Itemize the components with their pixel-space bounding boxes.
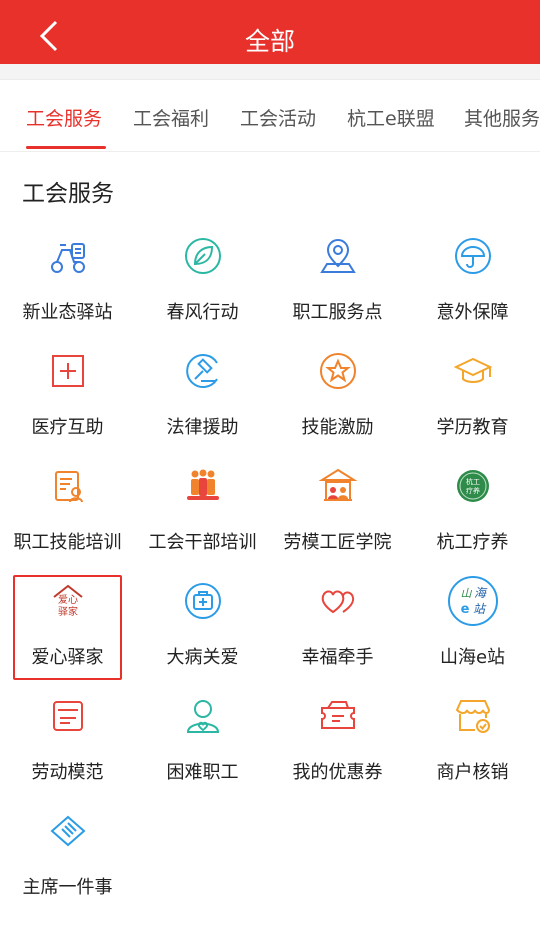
service-item[interactable]: 学历教育 <box>405 343 540 458</box>
location-pin-icon <box>318 236 358 276</box>
page-title: 全部 <box>244 27 295 56</box>
service-label: 意外保障 <box>436 302 509 323</box>
service-item[interactable]: 大病关爱 <box>135 573 270 688</box>
service-label: 新业态驿站 <box>22 302 113 323</box>
medical-cross-icon <box>48 351 88 391</box>
service-item[interactable]: 职工服务点 <box>270 228 405 343</box>
tab-hanggong-alliance[interactable]: 杭工e联盟 <box>347 104 435 131</box>
service-label: 学历教育 <box>436 417 509 438</box>
service-item[interactable]: 幸福牵手 <box>270 573 405 688</box>
category-tabs: 工会服务 工会福利 工会活动 杭工e联盟 其他服务 <box>0 80 540 152</box>
model-worker-card-icon <box>48 696 88 736</box>
service-item[interactable]: 法律援助 <box>135 343 270 458</box>
service-label: 法律援助 <box>166 417 239 438</box>
service-label: 我的优惠券 <box>292 762 383 783</box>
service-label: 春风行动 <box>166 302 239 323</box>
recuperation-logo-icon: 杭工 疗养 <box>453 466 493 506</box>
service-item[interactable]: 职工技能培训 <box>0 458 135 573</box>
shanhai-logo-icon: 山 海 e 站 <box>447 575 499 627</box>
svg-text:山: 山 <box>461 587 473 600</box>
training-document-icon <box>48 466 88 506</box>
service-label: 幸福牵手 <box>301 647 374 668</box>
tab-union-activity[interactable]: 工会活动 <box>240 104 316 131</box>
service-item[interactable]: 爱心 驿家 爱心驿家 <box>0 573 135 688</box>
service-item[interactable]: 技能激励 <box>270 343 405 458</box>
svg-text:驿家: 驿家 <box>58 605 78 618</box>
gavel-icon <box>183 351 223 391</box>
service-label: 山海e站 <box>439 647 506 668</box>
group-people-icon <box>183 466 223 506</box>
service-label: 职工服务点 <box>292 302 383 323</box>
section-title: 工会服务 <box>22 181 114 207</box>
handshake-icon <box>48 811 88 851</box>
service-item[interactable]: 新业态驿站 <box>0 228 135 343</box>
divider <box>0 64 540 80</box>
service-item[interactable]: 意外保障 <box>405 228 540 343</box>
service-item[interactable]: 劳模工匠学院 <box>270 458 405 573</box>
service-item[interactable]: 工会干部培训 <box>135 458 270 573</box>
care-person-icon <box>183 696 223 736</box>
svg-text:站: 站 <box>473 602 487 616</box>
coupon-icon <box>318 696 358 736</box>
service-item[interactable]: 山 海 e 站 山海e站 <box>405 573 540 688</box>
scooter-icon <box>48 236 88 276</box>
service-label: 爱心驿家 <box>31 647 104 668</box>
service-label: 技能激励 <box>301 417 374 438</box>
active-tab-indicator <box>26 146 106 149</box>
star-badge-icon <box>318 351 358 391</box>
service-label: 大病关爱 <box>166 647 239 668</box>
service-item[interactable]: 商户核销 <box>405 688 540 803</box>
service-item[interactable]: 我的优惠券 <box>270 688 405 803</box>
service-item[interactable]: 主席一件事 <box>0 803 135 918</box>
svg-text:e: e <box>461 602 470 617</box>
service-label: 商户核销 <box>436 762 509 783</box>
service-label: 劳动模范 <box>31 762 104 783</box>
service-label: 主席一件事 <box>22 877 113 898</box>
love-home-logo-icon: 爱心 驿家 <box>48 581 88 621</box>
svg-text:海: 海 <box>474 586 488 600</box>
store-verify-icon <box>453 696 493 736</box>
service-item[interactable]: 医疗互助 <box>0 343 135 458</box>
svg-text:爱心: 爱心 <box>58 593 78 606</box>
service-label: 杭工疗养 <box>436 532 509 553</box>
service-label: 医疗互助 <box>31 417 104 438</box>
umbrella-icon <box>453 236 493 276</box>
leaf-icon <box>183 236 223 276</box>
service-label: 困难职工 <box>166 762 239 783</box>
svg-text:杭工: 杭工 <box>466 477 480 486</box>
tab-union-welfare[interactable]: 工会福利 <box>133 104 209 131</box>
academy-building-icon <box>318 466 358 506</box>
service-item[interactable]: 杭工 疗养 杭工疗养 <box>405 458 540 573</box>
service-label: 劳模工匠学院 <box>283 532 392 553</box>
service-item[interactable]: 劳动模范 <box>0 688 135 803</box>
tab-other-service[interactable]: 其他服务 <box>464 104 540 131</box>
medical-kit-icon <box>183 581 223 621</box>
service-label: 职工技能培训 <box>13 532 122 553</box>
tab-union-service[interactable]: 工会服务 <box>26 104 102 131</box>
service-item[interactable]: 困难职工 <box>135 688 270 803</box>
top-bar: 全部 <box>0 0 540 64</box>
two-hearts-icon <box>318 581 358 621</box>
service-label: 工会干部培训 <box>148 532 257 553</box>
svg-text:疗养: 疗养 <box>466 486 480 495</box>
service-item[interactable]: 春风行动 <box>135 228 270 343</box>
graduation-cap-icon <box>453 351 493 391</box>
